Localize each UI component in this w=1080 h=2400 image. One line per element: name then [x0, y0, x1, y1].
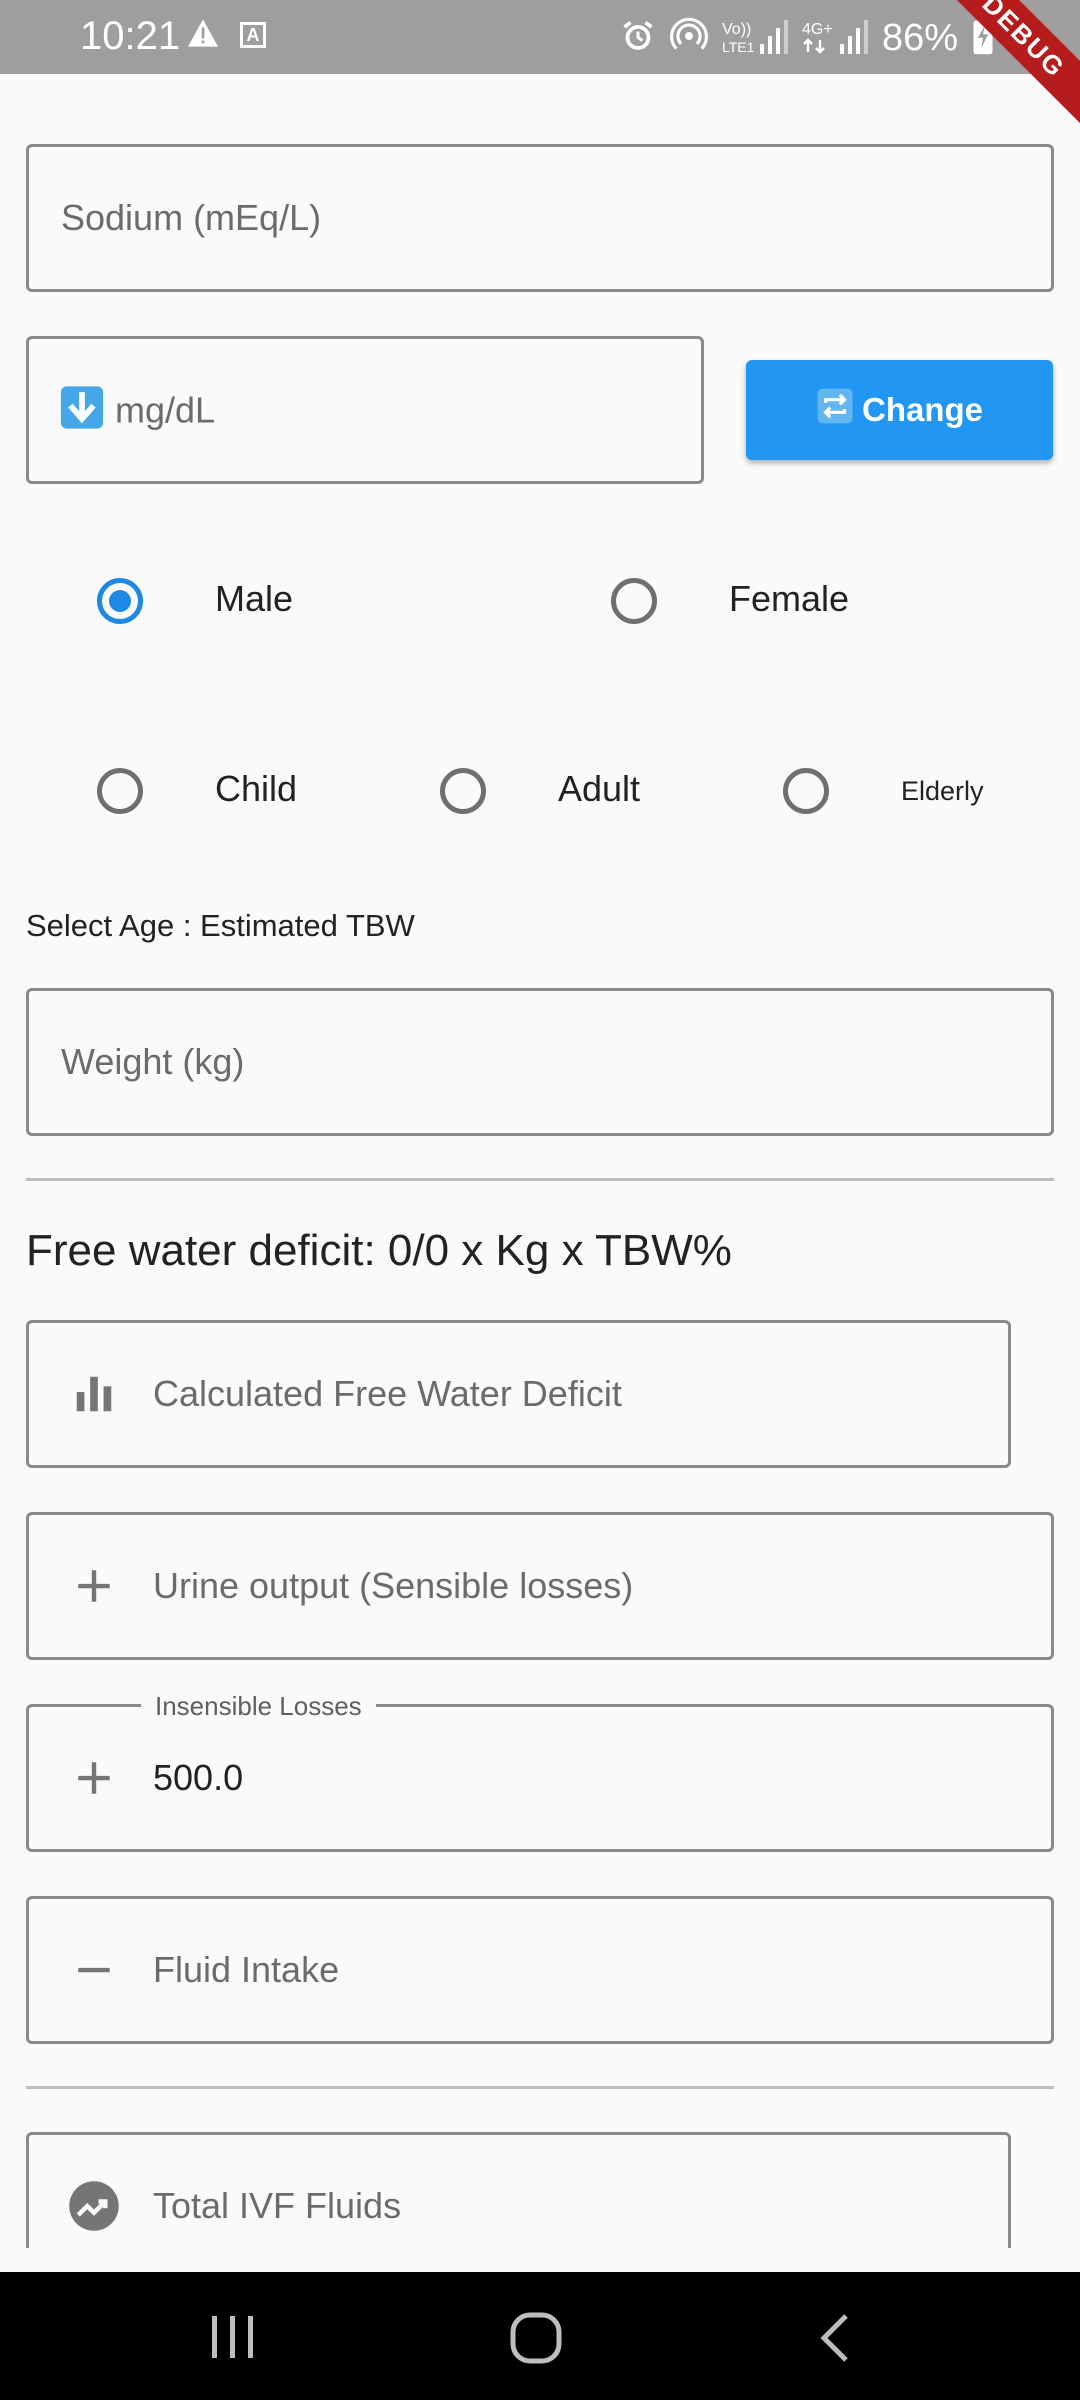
- formula-heading: Free water deficit: 0/0 x Kg x TBW%: [26, 1226, 732, 1275]
- total-ivf-placeholder: Total IVF Fluids: [153, 2185, 402, 2226]
- change-button-label: Change: [861, 391, 983, 428]
- plus-icon: [67, 1559, 121, 1613]
- svg-text:4G+: 4G+: [802, 21, 833, 38]
- insensible-losses-input[interactable]: Insensible Losses 500.0: [26, 1691, 1054, 1852]
- urine-output-placeholder: Urine output (Sensible losses): [153, 1565, 634, 1606]
- recent-apps-button[interactable]: [206, 2312, 260, 2367]
- alarm-icon: [620, 18, 656, 59]
- male-label: Male: [215, 578, 294, 619]
- down-arrow-icon: [59, 385, 105, 436]
- elderly-radio[interactable]: [783, 768, 829, 814]
- female-radio[interactable]: [611, 578, 657, 624]
- calculated-deficit-field[interactable]: Calculated Free Water Deficit: [26, 1320, 1011, 1468]
- calculated-deficit-placeholder: Calculated Free Water Deficit: [153, 1373, 622, 1414]
- sodium-placeholder: Sodium (mEq/L): [61, 197, 322, 238]
- svg-text:LTE1: LTE1: [722, 39, 755, 55]
- fluid-intake-placeholder: Fluid Intake: [153, 1949, 340, 1990]
- status-time: 10:21: [80, 14, 181, 58]
- trending-up-icon: [67, 2179, 121, 2233]
- divider: [26, 2086, 1054, 2089]
- unit-content: mg/dL: [59, 385, 215, 436]
- app-notification-icon: A: [240, 22, 266, 48]
- total-ivf-field[interactable]: Total IVF Fluids: [26, 2132, 1011, 2248]
- status-bar: 10:21 A Vo)) LTE1 4G+ 86% DEBUG: [0, 0, 1080, 137]
- repeat-icon: [816, 387, 854, 433]
- fluid-intake-input[interactable]: Fluid Intake: [26, 1896, 1054, 2044]
- sodium-input[interactable]: Sodium (mEq/L): [26, 144, 1054, 292]
- battery-percent: 86%: [882, 16, 959, 59]
- 4g-signal-icon: 4G+: [802, 16, 868, 61]
- unit-text: mg/dL: [115, 389, 216, 430]
- adult-radio[interactable]: [440, 768, 486, 814]
- insensible-losses-label: Insensible Losses: [141, 1691, 376, 1722]
- child-label: Child: [215, 768, 298, 809]
- minus-icon: [67, 1943, 121, 1997]
- insensible-losses-value: 500.0: [153, 1757, 244, 1798]
- back-button[interactable]: [816, 2312, 856, 2369]
- weight-placeholder: Weight (kg): [61, 1041, 245, 1082]
- child-radio[interactable]: [97, 768, 143, 814]
- status-icons: Vo)) LTE1 4G+ 86%: [620, 16, 994, 60]
- elderly-label: Elderly: [901, 776, 984, 806]
- warning-icon: [186, 18, 220, 53]
- svg-text:Vo)): Vo)): [722, 21, 751, 38]
- weight-input[interactable]: Weight (kg): [26, 988, 1054, 1136]
- bar-chart-icon: [67, 1367, 121, 1421]
- unit-field[interactable]: mg/dL: [26, 336, 704, 484]
- plus-icon: [67, 1751, 121, 1805]
- urine-output-input[interactable]: Urine output (Sensible losses): [26, 1512, 1054, 1660]
- volte-signal-icon: Vo)) LTE1: [722, 16, 788, 61]
- adult-label: Adult: [558, 768, 641, 809]
- select-age-text: Select Age : Estimated TBW: [26, 908, 415, 943]
- total-ivf-clip: Total IVF Fluids: [0, 2128, 1080, 2248]
- navigation-bar: [0, 2272, 1080, 2400]
- home-button[interactable]: [508, 2310, 564, 2371]
- divider: [26, 1178, 1054, 1181]
- female-label: Female: [729, 578, 850, 619]
- male-radio[interactable]: [97, 578, 143, 624]
- hotspot-icon: [670, 17, 708, 60]
- change-button[interactable]: Change: [746, 360, 1053, 460]
